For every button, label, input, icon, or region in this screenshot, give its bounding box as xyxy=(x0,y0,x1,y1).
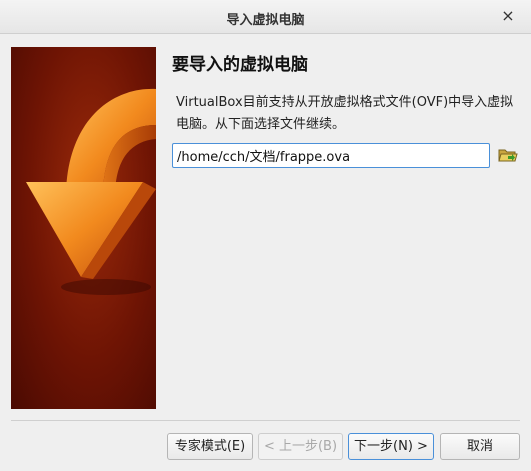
footer-separator xyxy=(11,420,520,421)
close-icon[interactable]: × xyxy=(499,6,517,26)
next-button[interactable]: 下一步(N) > xyxy=(348,433,434,460)
open-folder-icon[interactable] xyxy=(497,145,519,165)
back-button[interactable]: < 上一步(B) xyxy=(258,433,343,460)
import-arrow-icon xyxy=(26,88,156,295)
wizard-banner-image xyxy=(11,47,156,409)
file-path-input[interactable] xyxy=(172,143,490,168)
title-bar: 导入虚拟电脑 × xyxy=(0,0,531,34)
page-description: VirtualBox目前支持从开放虚拟格式文件(OVF)中导入虚拟电脑。从下面选… xyxy=(176,95,514,132)
expert-mode-button[interactable]: 专家模式(E) xyxy=(167,433,253,460)
window-title: 导入虚拟电脑 xyxy=(226,13,305,28)
cancel-button[interactable]: 取消 xyxy=(440,433,520,460)
page-heading: 要导入的虚拟电脑 xyxy=(172,55,308,75)
